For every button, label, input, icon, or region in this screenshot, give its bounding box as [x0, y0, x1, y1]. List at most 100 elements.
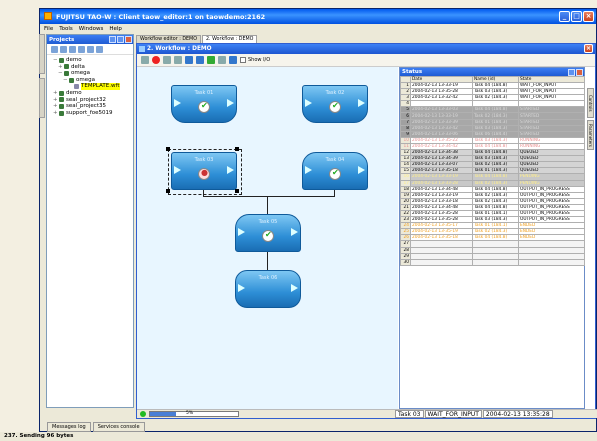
- side-tab-projects[interactable]: [39, 34, 45, 74]
- edit-icon[interactable]: [141, 56, 149, 64]
- task-node[interactable]: Task 01: [171, 85, 237, 123]
- tab-workflow-editor[interactable]: Workflow editor : DEMO: [136, 35, 201, 43]
- status-footer: Task 03 WAIT_FOR_INPUT 2004-02-13 13:35:…: [395, 410, 553, 418]
- check-icon: [262, 230, 274, 242]
- status-restore-button[interactable]: [568, 69, 575, 76]
- menu-windows[interactable]: Windows: [79, 26, 104, 32]
- status-title: Status: [402, 69, 423, 75]
- workflow-canvas[interactable]: Task 01 Task 02 Task 03: [137, 67, 398, 411]
- resize-handle[interactable]: [235, 147, 239, 151]
- resize-handle[interactable]: [166, 189, 170, 193]
- table-row[interactable]: 18 2004-02-13 13-34-48 Task 04 (184.8) OUTP…: [400, 185, 585, 193]
- stop-icon[interactable]: [152, 56, 160, 64]
- menu-help[interactable]: Help: [109, 26, 122, 32]
- table-row[interactable]: 3 2004-02-13 13-32-42 Task 02 (184.3) WAIT_…: [400, 94, 585, 102]
- side-tab-workflows[interactable]: [39, 78, 45, 118]
- projects-close-button[interactable]: [125, 36, 132, 43]
- table-row[interactable]: 23 2004-02-13 13-35-28 Task 03 (184.3) OUTP…: [400, 216, 585, 224]
- workflow-close-button[interactable]: ×: [584, 44, 593, 53]
- table-row[interactable]: 22 2004-02-13 13-35-28 Task 01 (184.1) OUTP…: [400, 209, 585, 218]
- tab-controls[interactable]: Controls: [587, 88, 594, 118]
- expander-icon[interactable]: −: [58, 70, 63, 77]
- task-label: Task 02: [325, 90, 345, 96]
- table-row[interactable]: 21 2004-02-13 13-34-48 Task 04 (184.8) OUTP…: [400, 203, 585, 211]
- status-indicator-icon: [140, 411, 146, 417]
- input-arrow-icon: [174, 166, 181, 174]
- task-node[interactable]: Task 06: [235, 270, 301, 308]
- workflow-title: 2. Workflow : DEMO: [147, 46, 212, 52]
- window-controls: _ □ ×: [559, 11, 594, 22]
- tree-item[interactable]: − omega: [53, 77, 133, 84]
- maximize-button[interactable]: □: [571, 11, 582, 22]
- expander-icon[interactable]: −: [53, 57, 58, 64]
- tree-item[interactable]: + delta: [53, 64, 133, 71]
- task-node-selected[interactable]: Task 03: [166, 147, 242, 195]
- zoom-out-icon[interactable]: [196, 56, 204, 64]
- task-label: Task 06: [258, 275, 278, 281]
- expander-icon[interactable]: +: [53, 103, 58, 110]
- app-icon: [44, 12, 52, 20]
- tree-item-label: support_foe5019: [66, 109, 113, 116]
- expander-icon[interactable]: +: [53, 90, 58, 97]
- footer-state: WAIT_FOR_INPUT: [424, 410, 482, 418]
- search-icon[interactable]: [51, 46, 58, 53]
- projects-maximize-button[interactable]: [117, 36, 124, 43]
- table-row[interactable]: 2 2004-02-13 13-35-28 Task 03 (184.3) WAIT_…: [400, 88, 585, 96]
- tree-item-label: seal_project32: [66, 96, 106, 103]
- show-io-box[interactable]: [240, 57, 246, 63]
- table-row[interactable]: 1 2004-02-13 13-33-19 Task 04 (184.8) WAIT_…: [400, 81, 585, 90]
- tree-item[interactable]: + seal_project32: [53, 97, 133, 104]
- tree-item[interactable]: TEMPLATE.wft: [53, 83, 133, 90]
- title-bar[interactable]: FUJITSU TAO-W : Client taow_editor:1 on …: [40, 9, 596, 24]
- menu-tools[interactable]: Tools: [59, 26, 73, 32]
- task-node[interactable]: Task 04: [302, 152, 368, 190]
- table-row[interactable]: 30: [400, 258, 585, 266]
- tab-services-console[interactable]: Services console: [92, 422, 145, 432]
- align-icon[interactable]: [207, 56, 215, 64]
- window-title: FUJITSU TAO-W : Client taow_editor:1 on …: [56, 12, 266, 21]
- collapse-icon[interactable]: [69, 46, 76, 53]
- check-icon: [198, 101, 210, 113]
- progress-label: 5%: [186, 411, 194, 416]
- workflow-statusbar: 5% Task 03 WAIT_FOR_INPUT 2004-02-13 13:…: [137, 409, 597, 418]
- tree-item[interactable]: − demo: [53, 57, 133, 64]
- resize-handle[interactable]: [235, 189, 239, 193]
- tab-parameters[interactable]: Parameters: [587, 120, 594, 150]
- refresh-icon[interactable]: [87, 46, 94, 53]
- tree-item[interactable]: + support_foe5019: [53, 110, 133, 117]
- task-node[interactable]: Task 02: [302, 85, 368, 123]
- table-row[interactable]: 19 2004-02-13 13-33-19 Task 02 (184.3) OUTP…: [400, 191, 585, 199]
- minimize-button[interactable]: _: [559, 11, 570, 22]
- zoom-in-icon[interactable]: [185, 56, 193, 64]
- delete-icon[interactable]: [96, 46, 103, 53]
- expand-icon[interactable]: [60, 46, 67, 53]
- expander-icon[interactable]: −: [63, 77, 68, 84]
- layout-icon[interactable]: [218, 56, 226, 64]
- table-cell-n: 30: [400, 258, 411, 266]
- tab-workflow-demo[interactable]: 2. Workflow : DEMO: [201, 35, 258, 43]
- pencil-icon[interactable]: [163, 56, 171, 64]
- expander-icon[interactable]: +: [53, 97, 58, 104]
- tree-item[interactable]: − omega: [53, 70, 133, 77]
- status-close-button[interactable]: [576, 69, 583, 76]
- show-io-checkbox[interactable]: Show I/O: [240, 57, 270, 63]
- task-node[interactable]: Task 05: [235, 214, 301, 252]
- tree-item-label: delta: [71, 63, 85, 70]
- folder-icon: [59, 97, 64, 103]
- projects-restore-button[interactable]: [109, 36, 116, 43]
- grid-icon[interactable]: [229, 56, 237, 64]
- new-project-icon[interactable]: [78, 46, 85, 53]
- menu-file[interactable]: File: [44, 26, 53, 32]
- task-label: Task 04: [325, 157, 345, 163]
- status-header: Status: [400, 68, 584, 76]
- expander-icon[interactable]: +: [58, 64, 63, 71]
- project-tree: − demo + delta − omega − omega TEMPLATE.wft + demo…: [47, 55, 133, 116]
- table-row[interactable]: 20 2004-02-13 13-33-18 Task 02 (184.3) OUTP…: [400, 197, 585, 205]
- close-button[interactable]: ×: [583, 11, 594, 22]
- cut-icon[interactable]: [174, 56, 182, 64]
- tab-messages-log[interactable]: Messages log: [47, 422, 91, 432]
- tree-item[interactable]: + demo: [53, 90, 133, 97]
- expander-icon[interactable]: +: [53, 110, 58, 117]
- tree-item[interactable]: + seal_project35: [53, 103, 133, 110]
- resize-handle[interactable]: [166, 147, 170, 151]
